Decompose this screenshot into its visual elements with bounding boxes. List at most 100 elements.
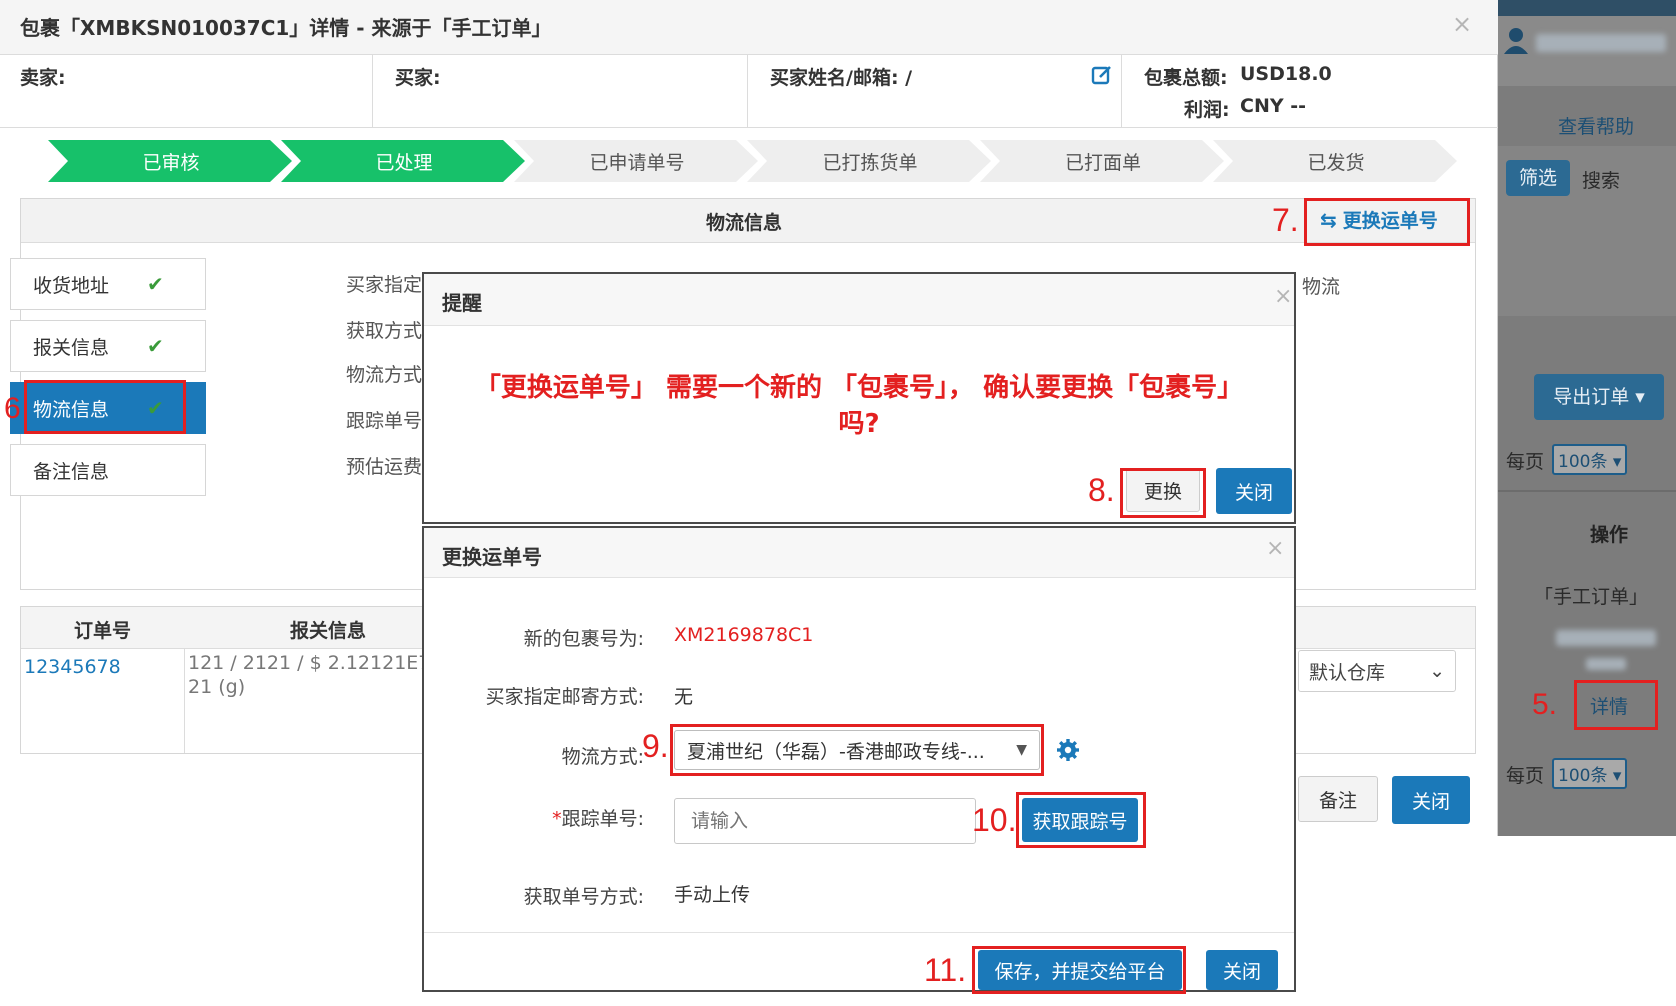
filter-tab[interactable]: 筛选 (1506, 160, 1570, 196)
reminder-dialog-title: 提醒 (442, 291, 482, 315)
step-label-printed: 已打面单 (1064, 151, 1141, 174)
reminder-dialog-header: 提醒 (424, 274, 1294, 326)
column-header-order-no: 订单号 (74, 620, 132, 642)
buyer-name-label: 买家姓名/邮箱: / (770, 67, 913, 89)
buyer-method-label: 买家指定邮寄方式: (485, 686, 644, 708)
field-logistics-method: 物流方式 (346, 364, 423, 386)
tab-label: 备注信息 (33, 460, 110, 483)
logistics-section-title: 物流信息 (706, 212, 783, 234)
annotation-box-9 (670, 724, 1044, 776)
seller-label: 卖家: (20, 67, 66, 89)
total-label: 包裹总额: (1144, 67, 1228, 89)
modal-close-icon[interactable]: × (1452, 10, 1472, 38)
reminder-message-line1: 「更换运单号」 需要一个新的 「包裹号」， 确认要更换「包裹号」 (474, 373, 1244, 403)
profit-label: 利润: (1184, 99, 1230, 121)
annotation-5: 5. (1532, 688, 1558, 721)
per-page-label-bottom: 每页 (1506, 765, 1545, 787)
tab-notes-info[interactable]: 备注信息 (10, 444, 206, 496)
per-page-label: 每页 (1506, 451, 1545, 473)
modal-close-button[interactable]: 关闭 (1392, 776, 1470, 824)
order-source-text: 「手工订单」 (1534, 586, 1649, 608)
reminder-dialog: 提醒 × 「更换运单号」 需要一个新的 「包裹号」， 确认要更换「包裹号」 吗?… (422, 272, 1296, 524)
reminder-close-icon[interactable]: × (1274, 284, 1292, 309)
blurred-value (1556, 630, 1656, 646)
tab-label: 收货地址 (33, 274, 110, 297)
chevron-down-icon: ⌄ (1429, 660, 1445, 682)
operation-column-header: 操作 (1590, 524, 1629, 546)
buyer-name-cell: 买家姓名/邮箱: / (748, 55, 1122, 127)
annotation-7: 7. (1272, 202, 1299, 238)
divider (1496, 490, 1676, 492)
order-number-link[interactable]: 12345678 (24, 656, 121, 678)
annotation-box-5 (1574, 680, 1658, 730)
column-header-customs: 报关信息 (290, 620, 367, 642)
step-processed: 已处理 (375, 151, 433, 174)
annotation-box-11 (972, 946, 1186, 994)
reminder-close-button[interactable]: 关闭 (1216, 468, 1292, 514)
notes-button[interactable]: 备注 (1298, 776, 1378, 822)
check-icon: ✔ (147, 272, 164, 296)
tab-label: 报关信息 (33, 336, 110, 359)
profit-value: CNY -- (1240, 95, 1306, 117)
step-picklist-printed: 已打拣货单 (822, 151, 918, 174)
user-icon (1504, 26, 1528, 56)
reminder-message-line2: 吗? (838, 409, 880, 439)
background-user-row (1496, 16, 1676, 86)
change-dialog-header: 更换运单号 (424, 528, 1294, 578)
change-dialog-close-icon[interactable]: × (1266, 536, 1284, 561)
buyer-cell: 买家: (373, 55, 748, 127)
annotation-box-7 (1304, 198, 1470, 246)
blurred-username (1536, 34, 1666, 52)
annotation-6: 6 (4, 392, 21, 425)
table-column-divider (184, 649, 185, 753)
background-order-list-panel: 查看帮助 筛选 搜索 导出订单 ▾ 每页 100条 ▾ 操作 「手工订单」 详情… (1496, 0, 1676, 836)
total-value: USD18.0 (1240, 63, 1332, 85)
search-tab[interactable]: 搜索 (1582, 166, 1620, 193)
annotation-11: 11. (924, 952, 967, 988)
seller-cell: 卖家: (0, 55, 373, 127)
field-fetch-method: 获取方式 (346, 320, 423, 342)
warehouse-value: 默认仓库 (1309, 661, 1386, 684)
field-buyer-specified: 买家指定 (346, 274, 423, 296)
divider (0, 127, 1498, 128)
total-cell: 包裹总额: USD18.0 利润: CNY -- (1122, 55, 1498, 127)
edit-icon[interactable] (1091, 64, 1113, 86)
buyer-method-value: 无 (674, 686, 694, 708)
change-dialog-footer (424, 932, 1294, 933)
warehouse-select[interactable]: 默认仓库 ⌄ (1298, 650, 1456, 692)
step-shipped: 已发货 (1307, 151, 1365, 174)
export-orders-button[interactable]: 导出订单 ▾ (1534, 374, 1664, 420)
tab-customs-info[interactable]: 报关信息 ✔ (10, 320, 206, 372)
annotation-10: 10. (972, 802, 1017, 838)
tracking-number-input[interactable] (674, 798, 976, 844)
blurred-value-2 (1586, 658, 1626, 670)
customs-info-line1: 121 / 2121 / $ 2.12121E7 / (188, 652, 443, 674)
tracking-label-text: 跟踪单号: (561, 808, 644, 830)
field-tracking-number: 跟踪单号 (346, 410, 423, 432)
annotation-box-6 (24, 380, 186, 434)
background-top-bar (1496, 0, 1676, 16)
tracking-number-label: *跟踪单号: (424, 804, 644, 831)
new-package-label: 新的包裹号为: (523, 628, 644, 650)
per-page-select-bottom[interactable]: 100条 ▾ (1552, 758, 1628, 789)
change-tracking-dialog: 更换运单号 × 新的包裹号为: XM2169878C1 买家指定邮寄方式: 无 … (422, 526, 1296, 994)
tab-shipping-address[interactable]: 收货地址 ✔ (10, 258, 206, 310)
help-link[interactable]: 查看帮助 (1558, 112, 1634, 139)
logistics-fragment: 物流 (1302, 276, 1341, 298)
fetch-method-label: 获取单号方式: (523, 886, 644, 908)
annotation-box-8 (1120, 468, 1206, 518)
check-icon: ✔ (147, 334, 164, 358)
fetch-method-value: 手动上传 (674, 884, 751, 906)
new-package-value: XM2169878C1 (674, 624, 814, 646)
annotation-9: 9. (642, 728, 669, 764)
annotation-box-10 (1016, 792, 1146, 848)
customs-info-line2: 21 (g) (188, 676, 246, 698)
change-dialog-title: 更换运单号 (442, 545, 542, 569)
buyer-label: 买家: (395, 67, 441, 89)
change-dialog-close-button[interactable]: 关闭 (1206, 950, 1278, 990)
logistics-method-label: 物流方式: (561, 746, 644, 768)
settings-gear-icon[interactable] (1056, 738, 1080, 762)
per-page-select[interactable]: 100条 ▾ (1552, 444, 1628, 475)
field-estimated-shipping: 预估运费 (346, 456, 423, 478)
annotation-8: 8. (1088, 472, 1115, 508)
